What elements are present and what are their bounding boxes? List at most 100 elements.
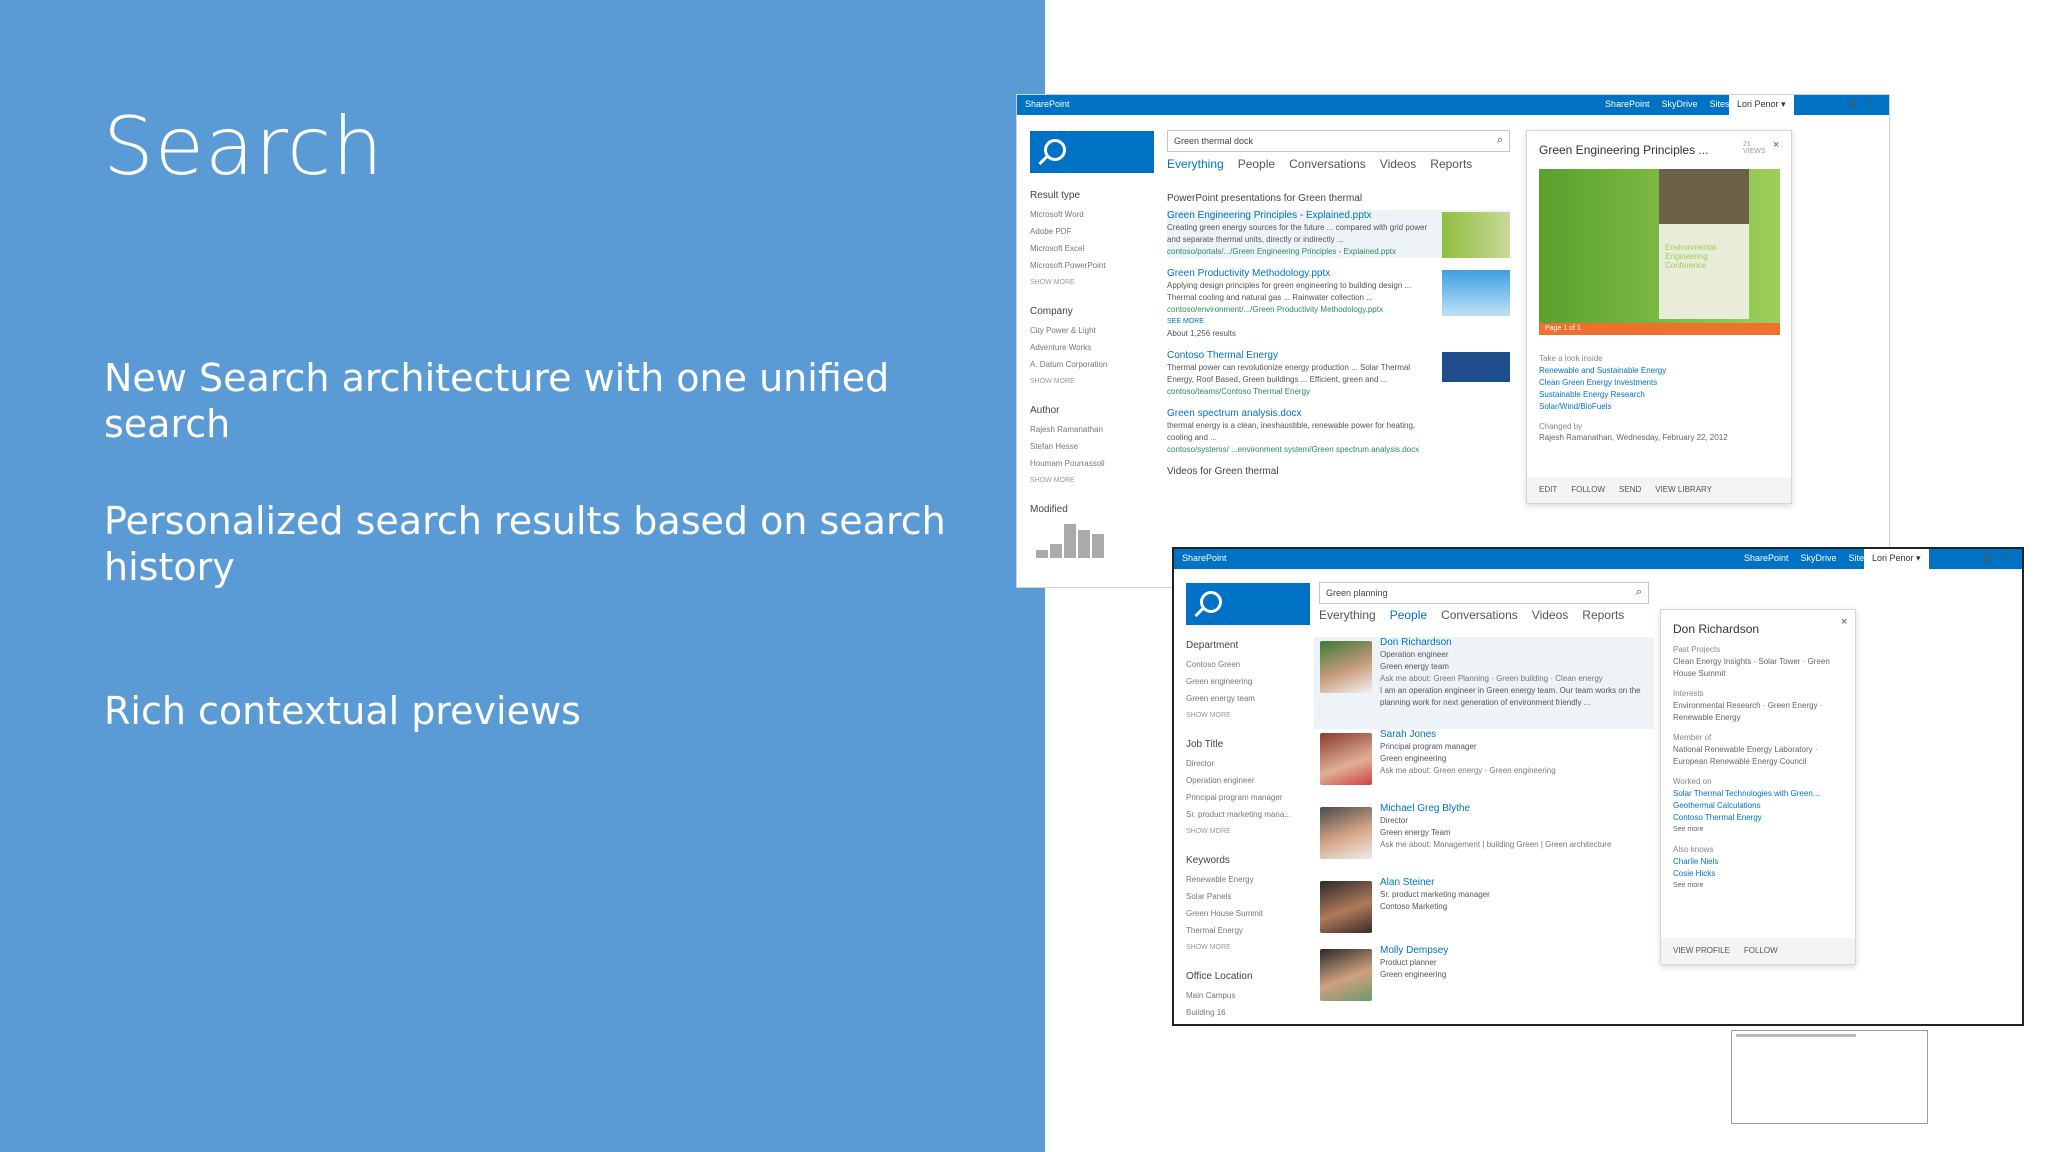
suite-link-sharepoint[interactable]: SharePoint [1605, 99, 1650, 109]
edit-button[interactable]: EDIT [1539, 485, 1557, 495]
avatar[interactable] [1320, 949, 1372, 1001]
close-icon[interactable]: × [1773, 139, 1779, 151]
show-more-link[interactable]: SHOW MORE [1030, 472, 1150, 489]
gear-icon[interactable]: ⚙ [1847, 98, 1857, 111]
result-item[interactable]: Contoso Thermal Energy Thermal power can… [1167, 350, 1510, 398]
refiner-item[interactable]: Microsoft PowerPoint [1030, 257, 1150, 274]
refiner-item[interactable]: Renewable Energy [1186, 871, 1306, 888]
refiner-item[interactable]: Rajesh Ramanathan [1030, 421, 1150, 438]
refiner-item[interactable]: Building 16 [1186, 1004, 1306, 1021]
user-menu[interactable]: Lori Penor ▾ [1729, 95, 1794, 115]
tab-videos[interactable]: Videos [1380, 157, 1416, 171]
person-name[interactable]: Don Richardson [1380, 637, 1654, 649]
inside-link[interactable]: Solar/Wind/BioFuels [1539, 401, 1780, 413]
show-more-link[interactable]: SHOW MORE [1030, 274, 1150, 291]
suite-link-skydrive[interactable]: SkyDrive [1662, 99, 1698, 109]
also-knows-link[interactable]: Cosie Hicks [1673, 868, 1849, 880]
result-item[interactable]: Green Productivity Methodology.pptx Appl… [1167, 268, 1510, 340]
send-button[interactable]: SEND [1619, 485, 1641, 495]
refiner-item[interactable]: Contoso Green [1186, 656, 1306, 673]
avatar[interactable] [1320, 733, 1372, 785]
result-item[interactable]: Green spectrum analysis.docx thermal ene… [1167, 408, 1510, 456]
search-icon[interactable]: ⌕ [1497, 134, 1503, 147]
person-name[interactable]: Alan Steiner [1380, 877, 1654, 889]
tab-reports[interactable]: Reports [1430, 157, 1472, 171]
person-result[interactable]: Don Richardson Operation engineer Green … [1314, 637, 1654, 729]
help-icon[interactable]: ? [1867, 98, 1873, 111]
refiner-item[interactable]: Microsoft Word [1030, 206, 1150, 223]
worked-on-link[interactable]: Geothermal Calculations [1673, 800, 1849, 812]
show-more-link[interactable]: SHOW MORE [1186, 707, 1306, 724]
refiner-item[interactable]: Solar Panels [1186, 888, 1306, 905]
inside-link[interactable]: Renewable and Sustainable Energy [1539, 365, 1780, 377]
help-icon[interactable]: ? [2002, 552, 2008, 565]
gear-icon[interactable]: ⚙ [1982, 552, 1992, 565]
inside-link[interactable]: Clean Green Energy Investments [1539, 377, 1780, 389]
result-title[interactable]: Green spectrum analysis.docx [1167, 408, 1430, 420]
result-title[interactable]: Green Productivity Methodology.pptx [1167, 268, 1430, 280]
worked-on-link[interactable]: Contoso Thermal Energy [1673, 812, 1849, 824]
view-library-button[interactable]: VIEW LIBRARY [1655, 485, 1712, 495]
person-result[interactable]: Sarah Jones Principal program manager Gr… [1314, 729, 1654, 803]
person-result[interactable]: Molly Dempsey Product planner Green engi… [1314, 945, 1654, 1019]
slide-preview-image[interactable]: Environmental Engineering Conference Pag… [1539, 169, 1780, 335]
show-more-link[interactable]: SHOW MORE [1186, 823, 1306, 840]
suite-link-skydrive[interactable]: SkyDrive [1801, 553, 1837, 563]
result-item[interactable]: Green Engineering Principles - Explained… [1167, 210, 1510, 258]
tab-everything[interactable]: Everything [1167, 157, 1224, 171]
search-input[interactable]: Green thermal dock ⌕ [1167, 130, 1510, 152]
follow-button[interactable]: FOLLOW [1744, 946, 1778, 956]
tab-everything[interactable]: Everything [1319, 608, 1376, 622]
suite-link-sites[interactable]: Sites [1710, 99, 1730, 109]
avatar[interactable] [1320, 641, 1372, 693]
view-profile-button[interactable]: VIEW PROFILE [1673, 946, 1730, 956]
refiner-item[interactable]: A. Datum Corporation [1030, 356, 1150, 373]
user-menu[interactable]: Lori Penor ▾ [1864, 549, 1929, 569]
refiner-item[interactable]: Adventure Works [1030, 339, 1150, 356]
tab-conversations[interactable]: Conversations [1441, 608, 1518, 622]
suite-link-sharepoint[interactable]: SharePoint [1744, 553, 1789, 563]
result-title[interactable]: Green Engineering Principles - Explained… [1167, 210, 1430, 222]
person-result[interactable]: Michael Greg Blythe Director Green energ… [1314, 803, 1654, 877]
search-input[interactable]: Green planning ⌕ [1319, 582, 1649, 604]
refiner-item[interactable]: Green energy team [1186, 690, 1306, 707]
tab-people[interactable]: People [1390, 608, 1427, 622]
see-more-link[interactable]: SEE MORE [1167, 316, 1430, 328]
refiner-item[interactable]: Stefan Hesse [1030, 438, 1150, 455]
refiner-item[interactable]: Green engineering [1186, 673, 1306, 690]
modified-date-histogram[interactable] [1030, 520, 1140, 560]
show-more-link[interactable]: SHOW MORE [1030, 373, 1150, 390]
tab-conversations[interactable]: Conversations [1289, 157, 1366, 171]
see-more-link[interactable]: See more [1673, 880, 1849, 892]
person-result[interactable]: Alan Steiner Sr. product marketing manag… [1314, 877, 1654, 945]
refiner-item[interactable]: City Power & Light [1030, 322, 1150, 339]
person-name[interactable]: Molly Dempsey [1380, 945, 1654, 957]
avatar[interactable] [1320, 881, 1372, 933]
person-name[interactable]: Sarah Jones [1380, 729, 1654, 741]
refiner-item[interactable]: Green House Summit [1186, 905, 1306, 922]
refiner-item[interactable]: Operation engineer [1186, 772, 1306, 789]
refiner-item[interactable]: Director [1186, 755, 1306, 772]
show-more-link[interactable]: SHOW MORE [1186, 939, 1306, 956]
also-knows-link[interactable]: Charlie Niels [1673, 856, 1849, 868]
tab-videos[interactable]: Videos [1532, 608, 1568, 622]
close-icon[interactable]: × [1841, 616, 1847, 628]
follow-button[interactable]: FOLLOW [1571, 485, 1605, 495]
tab-reports[interactable]: Reports [1582, 608, 1624, 622]
refiner-item[interactable]: Sr. product marketing mana... [1186, 806, 1306, 823]
worked-on-link[interactable]: Solar Thermal Technologies with Green... [1673, 788, 1849, 800]
refiner-item[interactable]: Main Campus [1186, 987, 1306, 1004]
inside-link[interactable]: Sustainable Energy Research [1539, 389, 1780, 401]
search-icon[interactable]: ⌕ [1636, 586, 1642, 599]
refiner-item[interactable]: Principal program manager [1186, 789, 1306, 806]
refiner-item[interactable]: Thermal Energy [1186, 922, 1306, 939]
result-title[interactable]: Contoso Thermal Energy [1167, 350, 1430, 362]
tab-people[interactable]: People [1238, 157, 1275, 171]
person-name[interactable]: Michael Greg Blythe [1380, 803, 1654, 815]
refiner-item[interactable]: Adobe PDF [1030, 223, 1150, 240]
refiner-item[interactable]: Houmam Pourrassoli [1030, 455, 1150, 472]
preview-label: Worked on [1673, 777, 1712, 786]
refiner-item[interactable]: Microsoft Excel [1030, 240, 1150, 257]
see-more-link[interactable]: See more [1673, 824, 1849, 836]
avatar[interactable] [1320, 807, 1372, 859]
